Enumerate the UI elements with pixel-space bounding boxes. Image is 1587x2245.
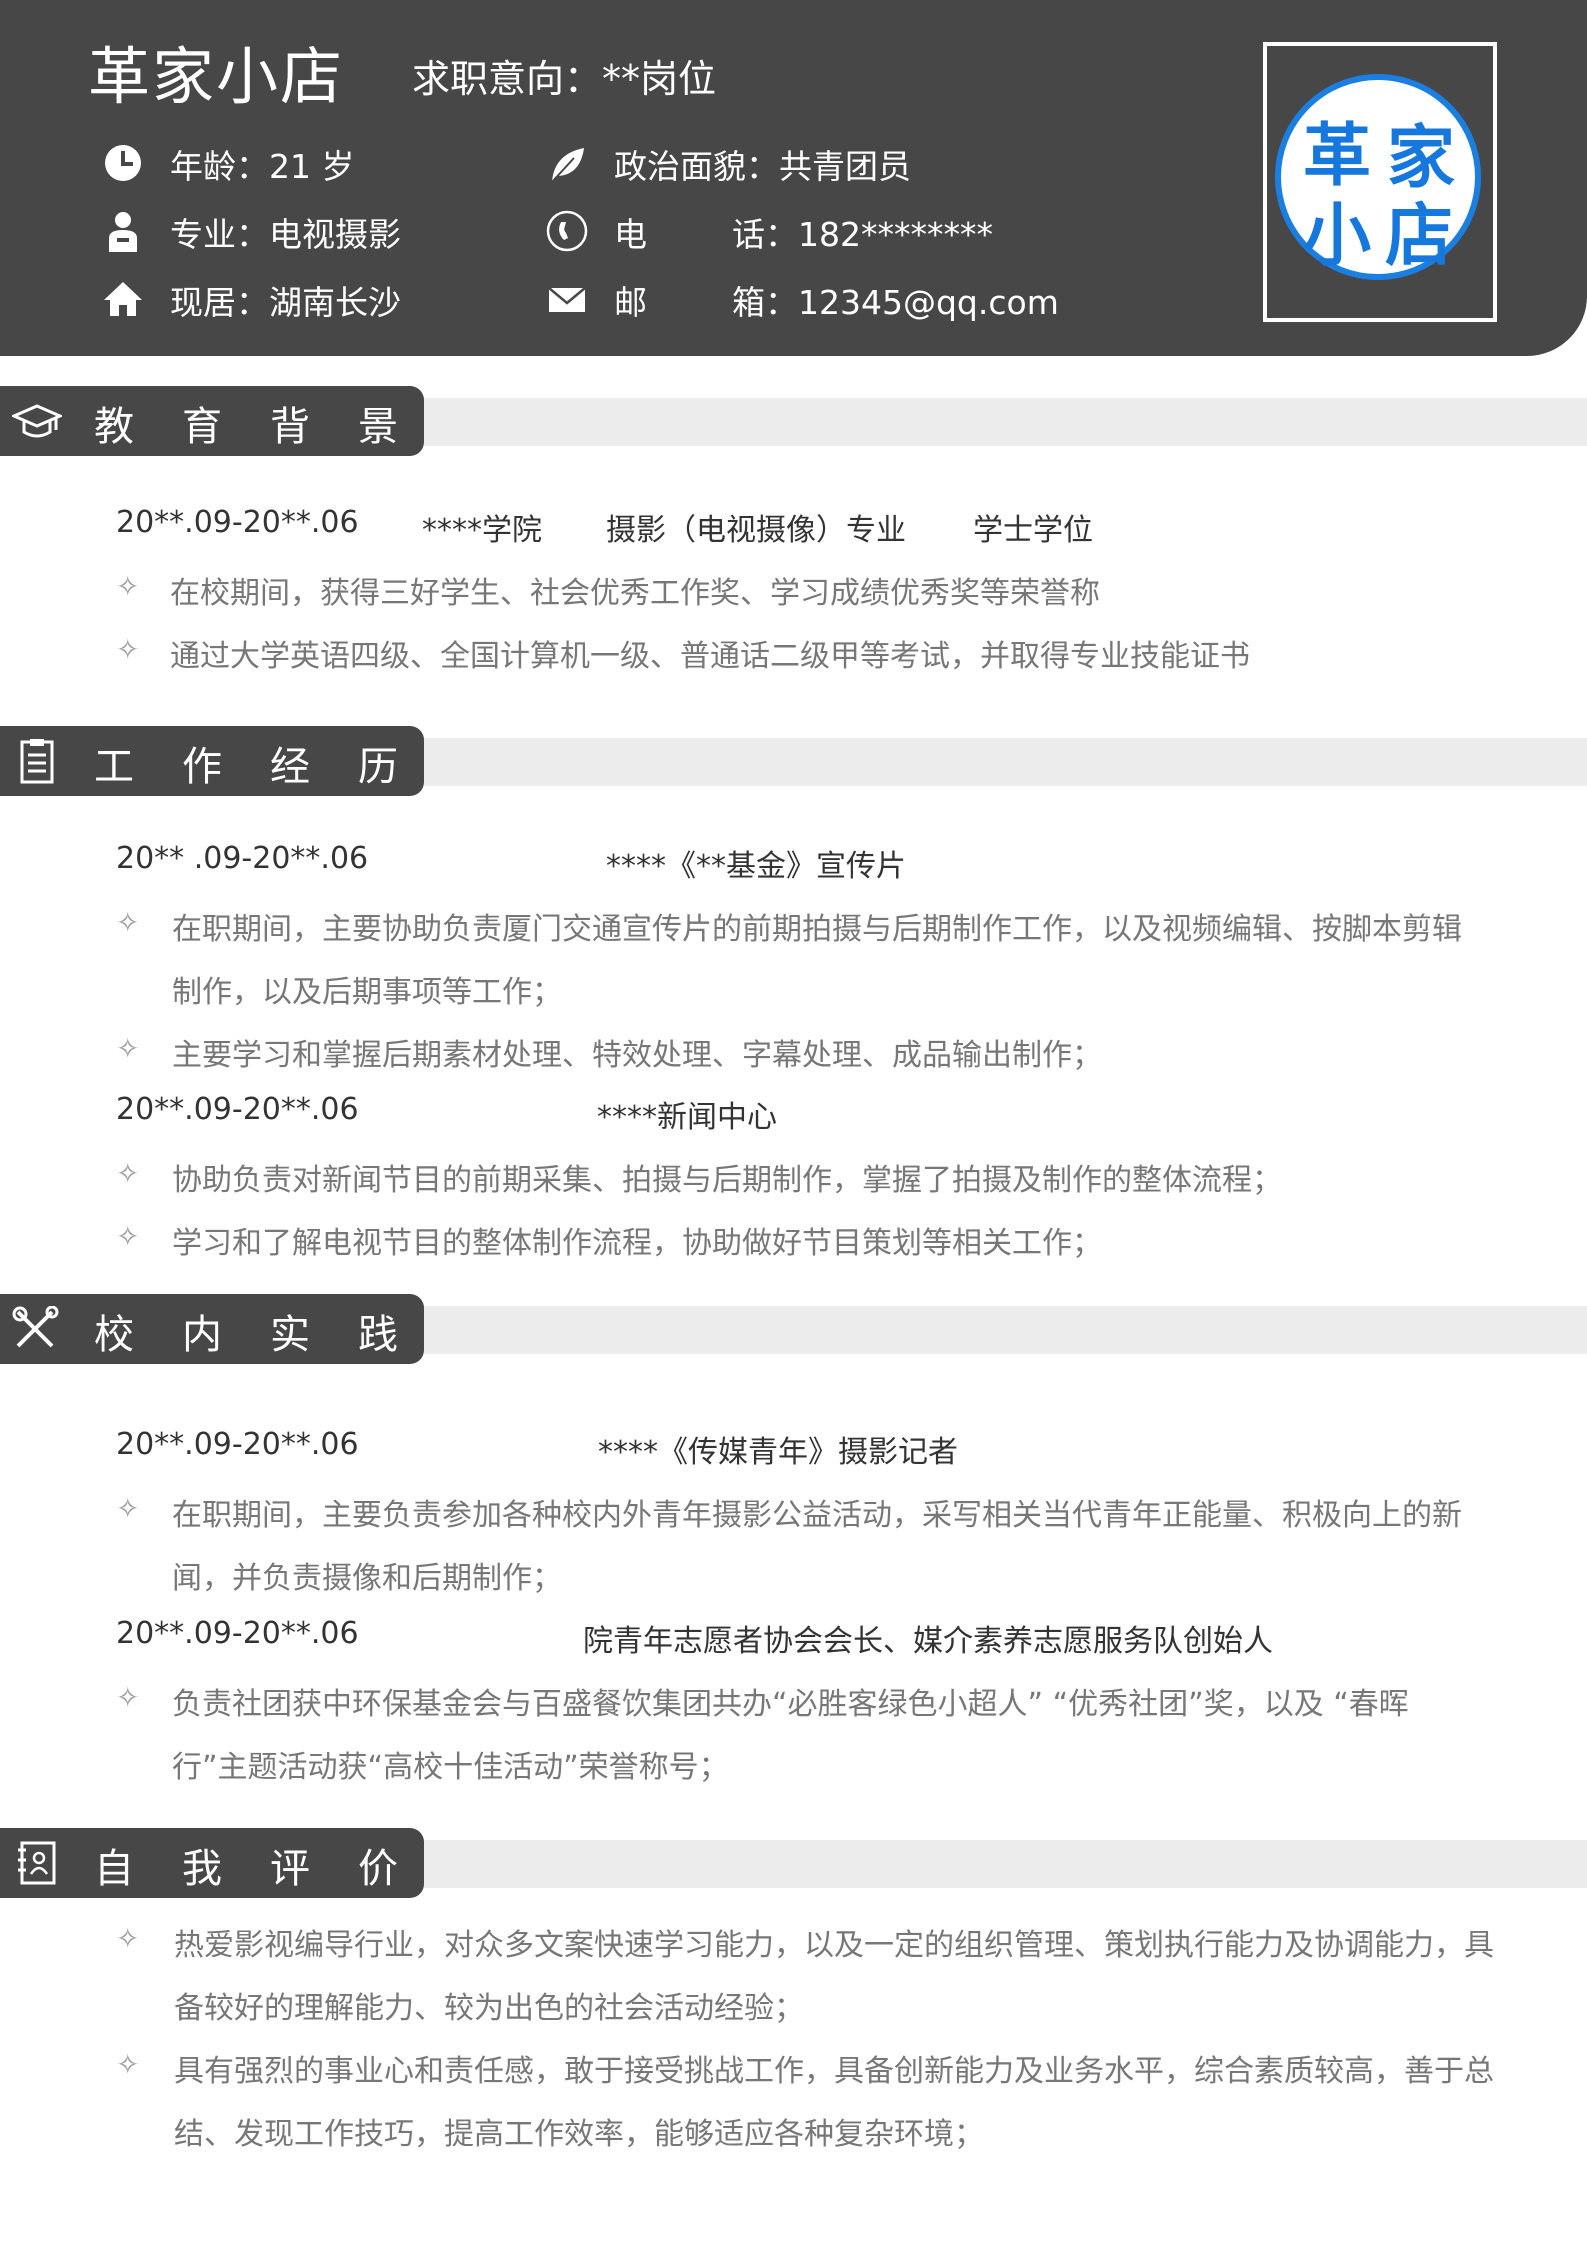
bullet-icon: ✧ (116, 906, 140, 939)
contact-book-icon (12, 1840, 62, 1886)
list-item: 主要学习和掌握后期素材处理、特效处理、字幕处理、成品输出制作； (172, 1038, 1102, 1073)
section-title: 教育背景 (94, 404, 446, 450)
resume-header: 革家小店 求职意向：**岗位 年龄：21 岁 专业：电视摄影 现居：湖南长沙 政… (0, 0, 1587, 356)
section-title: 工作经历 (94, 744, 446, 790)
age-info: 年龄：21 岁 (105, 140, 354, 188)
person-icon (100, 208, 146, 254)
section-header-self: 自我评价 (0, 1828, 424, 1898)
candidate-name: 革家小店 (88, 40, 345, 113)
bullet-icon: ✧ (116, 2048, 140, 2081)
campus-org: 院青年志愿者协会会长、媒介素养志愿服务队创始人 (583, 1624, 1273, 1659)
education-school: ****学院 (422, 513, 542, 548)
shop-seal-logo: 革 家 小 店 (1275, 74, 1481, 280)
profile-photo: 革 家 小 店 (1263, 42, 1497, 322)
phone-icon (544, 208, 590, 254)
clipboard-icon (12, 738, 62, 784)
politics-info: 政治面貌：共青团员 (551, 140, 911, 188)
section-header-work: 工作经历 (0, 726, 424, 796)
bullet-icon: ✧ (116, 633, 140, 666)
bullet-icon: ✧ (116, 570, 140, 603)
list-item: 闻，并负责摄像和后期制作； (172, 1561, 562, 1596)
phone-info: 电话：182******** (546, 208, 993, 256)
list-item: 热爱影视编导行业，对众多文案快速学习能力，以及一定的组织管理、策划执行能力及协调… (174, 1928, 1494, 1963)
education-date: 20**.09-20**.06 (116, 505, 359, 540)
section-title: 校内实践 (94, 1312, 446, 1358)
list-item: 学习和了解电视节目的整体制作流程，协助做好节目策划等相关工作； (172, 1226, 1102, 1261)
list-item: 通过大学英语四级、全国计算机一级、普通话二级甲等考试，并取得专业技能证书 (170, 639, 1250, 674)
education-degree: 学士学位 (973, 513, 1093, 548)
bullet-icon: ✧ (116, 1220, 140, 1253)
list-item: 备较好的理解能力、较为出色的社会活动经验； (174, 1991, 804, 2026)
home-icon (100, 276, 146, 322)
campus-date: 20**.09-20**.06 (116, 1616, 359, 1651)
list-item: 协助负责对新闻节目的前期采集、拍摄与后期制作，掌握了拍摄及制作的整体流程； (172, 1163, 1282, 1198)
residence-info: 现居：湖南长沙 (104, 276, 401, 324)
bullet-icon: ✧ (116, 1922, 140, 1955)
education-major: 摄影（电视摄像）专业 (606, 513, 906, 548)
job-intent: 求职意向：**岗位 (412, 57, 717, 101)
job1-org: ****《**基金》宣传片 (606, 849, 906, 884)
job2-org: ****新闻中心 (597, 1100, 777, 1135)
list-item: 具有强烈的事业心和责任感，敢于接受挑战工作，具备创新能力及业务水平，综合素质较高… (174, 2054, 1494, 2089)
graduation-cap-icon (10, 398, 64, 444)
bullet-icon: ✧ (116, 1032, 140, 1065)
clock-icon (100, 140, 146, 186)
list-item: 制作，以及后期事项等工作； (172, 975, 562, 1010)
leaf-icon (544, 140, 590, 186)
list-item: 在校期间，获得三好学生、社会优秀工作奖、学习成绩优秀奖等荣誉称 (170, 576, 1100, 611)
list-item: 在职期间，主要负责参加各种校内外青年摄影公益活动，采写相关当代青年正能量、积极向… (172, 1498, 1462, 1533)
list-item: 行”主题活动获“高校十佳活动”荣誉称号； (172, 1750, 729, 1785)
job2-date: 20**.09-20**.06 (116, 1092, 359, 1127)
campus-org: ****《传媒青年》摄影记者 (598, 1435, 958, 1470)
bullet-icon: ✧ (116, 1492, 140, 1525)
tools-icon (12, 1305, 62, 1352)
campus-date: 20**.09-20**.06 (116, 1427, 359, 1462)
section-header-campus: 校内实践 (0, 1294, 424, 1364)
section-header-education: 教育背景 (0, 386, 424, 456)
mail-icon (544, 276, 590, 322)
major-info: 专业：电视摄影 (109, 208, 401, 256)
list-item: 结、发现工作技巧，提高工作效率，能够适应各种复杂环境； (174, 2117, 984, 2152)
list-item: 在职期间，主要协助负责厦门交通宣传片的前期拍摄与后期制作工作，以及视频编辑、按脚… (172, 912, 1462, 947)
list-item: 负责社团获中环保基金会与百盛餐饮集团共办“必胜客绿色小超人” “优秀社团”奖，以… (172, 1687, 1409, 1722)
section-title: 自我评价 (94, 1846, 446, 1892)
bullet-icon: ✧ (116, 1681, 140, 1714)
bullet-icon: ✧ (116, 1157, 140, 1190)
email-info: 邮箱：12345@qq.com (548, 276, 1059, 324)
job1-date: 20** .09-20**.06 (116, 841, 369, 876)
